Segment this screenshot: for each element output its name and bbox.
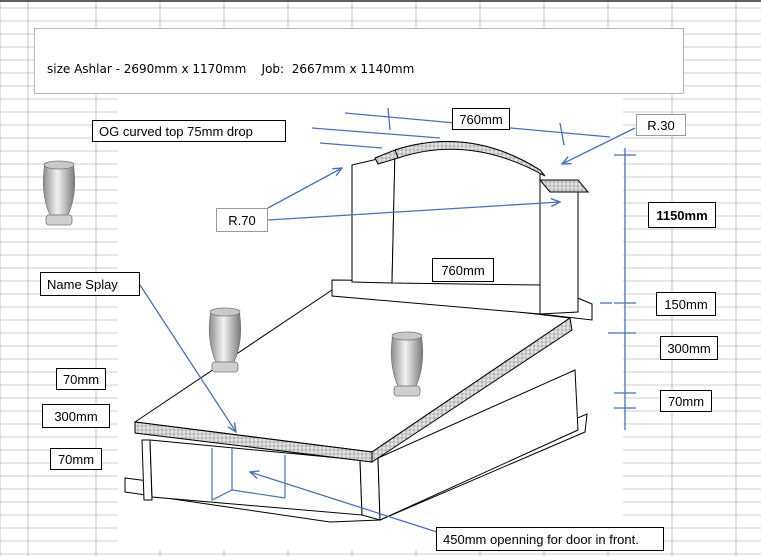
- left-70-top-label: 70mm: [56, 368, 106, 390]
- headstone-width-label: 760mm: [432, 258, 494, 282]
- right-300-label: 300mm: [660, 336, 718, 360]
- r70-label: R.70: [216, 208, 268, 232]
- r30-label: R.30: [636, 114, 686, 136]
- right-upright: [539, 179, 579, 315]
- left-300-label: 300mm: [42, 404, 110, 428]
- og-curved-top-label: OG curved top 75mm drop: [92, 120, 286, 142]
- name-splay-label: Name Splay: [40, 272, 140, 296]
- base-height-label: 150mm: [656, 292, 716, 316]
- flower-vase-icon: [390, 331, 424, 397]
- door-opening-label: 450mm openning for door in front.: [436, 527, 664, 551]
- top-width-label: 760mm: [452, 108, 510, 130]
- flower-vase-icon: [208, 307, 242, 373]
- right-70-label: 70mm: [660, 390, 712, 412]
- left-upright: [351, 154, 396, 284]
- left-70-bottom-label: 70mm: [50, 448, 102, 470]
- flower-vase-icon: [42, 160, 76, 226]
- total-height-label: 1150mm: [648, 202, 716, 228]
